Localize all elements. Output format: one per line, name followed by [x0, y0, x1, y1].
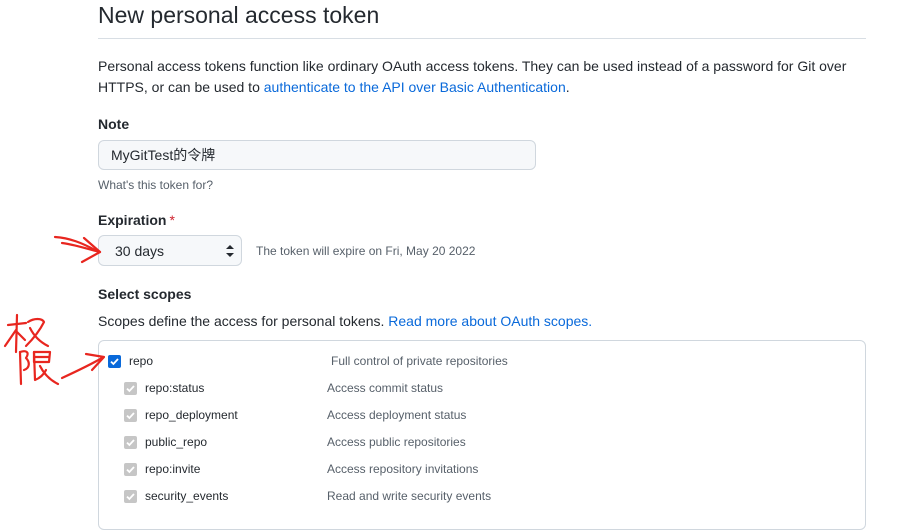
- oauth-scopes-link[interactable]: Read more about OAuth scopes.: [388, 313, 592, 329]
- expiration-selected-value: 30 days: [115, 242, 165, 259]
- checkbox-disabled-icon: [124, 489, 137, 503]
- basic-auth-link[interactable]: authenticate to the API over Basic Authe…: [264, 79, 566, 95]
- scope-item-repo-invite[interactable]: repo:invite: [124, 460, 200, 478]
- expiration-label: Expiration *: [98, 211, 175, 229]
- scope-description: Access repository invitations: [327, 462, 479, 476]
- page-description: Personal access tokens function like ord…: [98, 56, 858, 98]
- scope-name: repo:invite: [145, 462, 201, 476]
- select-arrows-icon: [226, 245, 234, 257]
- scope-description: Full control of private repositories: [331, 354, 508, 368]
- scope-description: Read and write security events: [327, 489, 492, 503]
- scope-name: repo_deployment: [145, 408, 238, 422]
- scope-name: security_events: [145, 489, 229, 503]
- note-input-value: MyGitTest的令牌: [111, 147, 216, 163]
- scope-item-public-repo[interactable]: public_repo: [124, 433, 207, 451]
- scopes-panel: repo Full control of private repositorie…: [98, 340, 866, 530]
- checkbox-disabled-icon: [124, 435, 137, 449]
- checkbox-disabled-icon: [124, 408, 137, 422]
- scope-item-repo-deployment[interactable]: repo_deployment: [124, 406, 238, 424]
- title-divider: [98, 38, 866, 39]
- page-title: New personal access token: [98, 2, 380, 28]
- expiration-select[interactable]: 30 days: [98, 235, 242, 266]
- scope-item-security-events[interactable]: security_events: [124, 487, 228, 505]
- note-input[interactable]: MyGitTest的令牌: [98, 140, 536, 170]
- note-label: Note: [98, 116, 130, 132]
- scopes-description-text: Scopes define the access for personal to…: [98, 313, 389, 329]
- checkbox-checked-icon[interactable]: [108, 354, 121, 368]
- note-hint: What's this token for?: [98, 178, 214, 192]
- description-end: .: [565, 79, 570, 95]
- scope-description: Access public repositories: [327, 435, 466, 449]
- checkbox-disabled-icon: [124, 381, 137, 395]
- expiration-hint: The token will expire on Fri, May 20 202…: [256, 244, 476, 258]
- checkbox-disabled-icon: [124, 462, 137, 476]
- expiration-label-text: Expiration: [98, 212, 167, 228]
- scope-item-repo[interactable]: repo: [108, 352, 153, 370]
- required-mark: *: [169, 212, 175, 228]
- scope-name: repo: [129, 354, 154, 368]
- scopes-description: Scopes define the access for personal to…: [98, 312, 592, 330]
- scope-name: repo:status: [145, 381, 205, 395]
- scope-description: Access deployment status: [327, 408, 467, 422]
- scope-name: public_repo: [145, 435, 208, 449]
- scopes-label: Select scopes: [98, 286, 192, 302]
- scope-description: Access commit status: [327, 381, 444, 395]
- scope-item-repo-status[interactable]: repo:status: [124, 379, 204, 397]
